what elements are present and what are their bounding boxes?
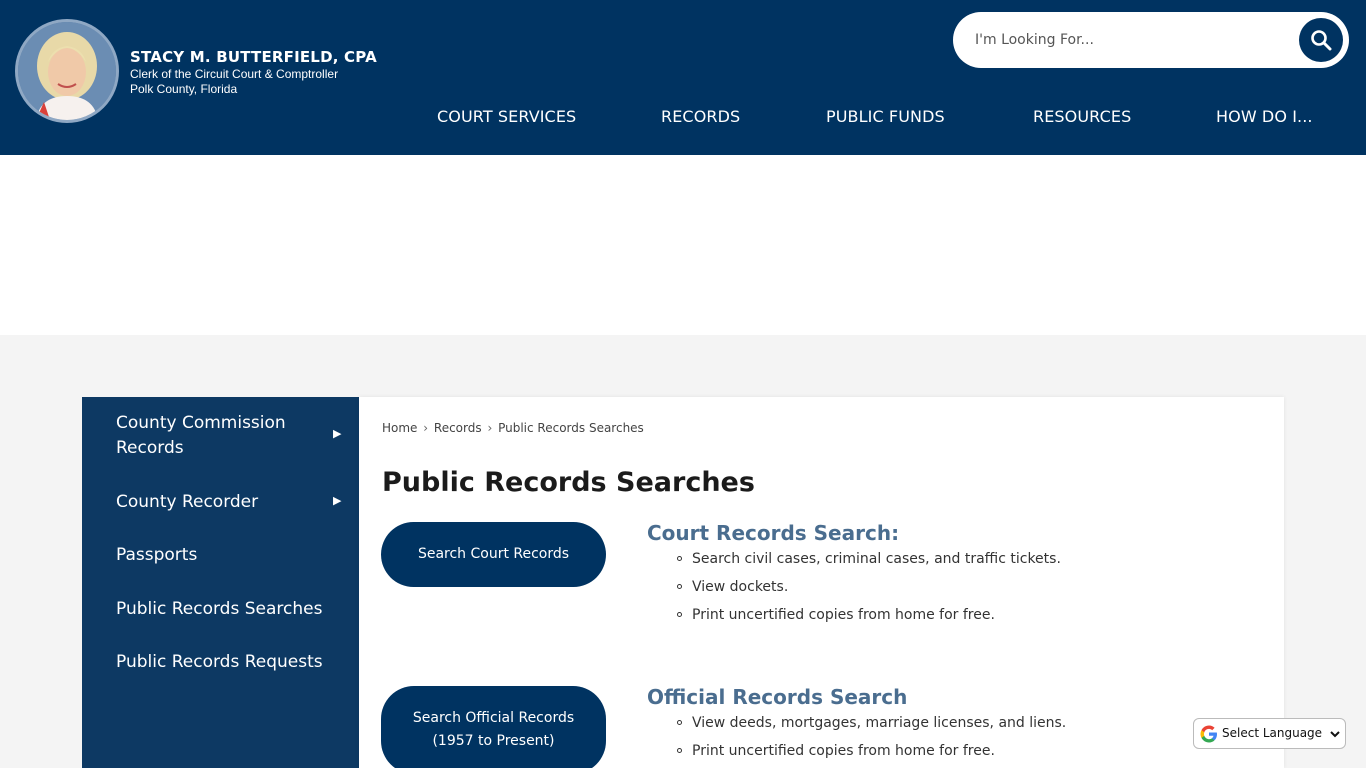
clerk-county: Polk County, Florida	[130, 82, 238, 96]
button-label: Search Official Records	[412, 710, 575, 726]
sidebar-item-public-records-searches[interactable]: Public Records Searches	[116, 597, 346, 622]
breadcrumb: Home › Records › Public Records Searches	[382, 421, 644, 435]
sidebar-item-county-commission-records[interactable]: County Commission Records	[116, 411, 316, 461]
breadcrumb-records[interactable]: Records	[434, 421, 482, 435]
court-records-heading: Court Records Search:	[647, 521, 900, 545]
clerk-name[interactable]: STACY M. BUTTERFIELD, CPA	[130, 48, 377, 66]
sidebar-nav: County Commission Records ▶ County Recor…	[82, 397, 359, 768]
breadcrumb-home[interactable]: Home	[382, 421, 417, 435]
page-title: Public Records Searches	[382, 467, 755, 498]
banner-area	[0, 155, 1366, 335]
sidebar-item-county-recorder[interactable]: County Recorder	[116, 490, 316, 515]
google-g-icon	[1200, 725, 1217, 743]
list-item: View deeds, mortgages, marriage licenses…	[677, 712, 1066, 740]
triangle-right-icon[interactable]: ▶	[333, 494, 341, 507]
triangle-right-icon[interactable]: ▶	[333, 427, 341, 440]
court-records-list: Search civil cases, criminal cases, and …	[677, 548, 1061, 632]
search-court-records-button[interactable]: Search Court Records	[381, 522, 606, 587]
search-icon	[1311, 30, 1332, 51]
site-header: STACY M. BUTTERFIELD, CPA Clerk of the C…	[0, 0, 1366, 155]
list-item: Search civil cases, criminal cases, and …	[677, 548, 1061, 576]
sidebar-item-passports[interactable]: Passports	[116, 543, 316, 568]
clerk-avatar[interactable]	[15, 19, 119, 123]
list-item: View dockets.	[677, 576, 1061, 604]
breadcrumb-separator: ›	[487, 421, 493, 435]
search-button[interactable]	[1299, 18, 1343, 62]
breadcrumb-current: Public Records Searches	[498, 421, 644, 435]
nav-records[interactable]: RECORDS	[661, 107, 740, 126]
button-sublabel: (1957 to Present)	[432, 733, 555, 749]
official-records-list: View deeds, mortgages, marriage licenses…	[677, 712, 1066, 768]
main-content: Home › Records › Public Records Searches…	[359, 397, 1284, 768]
nav-how-do-i[interactable]: HOW DO I...	[1216, 107, 1313, 126]
button-label: Search Court Records	[417, 546, 570, 562]
list-item: Print uncertified copies from home for f…	[677, 740, 1066, 768]
nav-public-funds[interactable]: PUBLIC FUNDS	[826, 107, 945, 126]
nav-resources[interactable]: RESOURCES	[1033, 107, 1131, 126]
list-item: Print uncertified copies from home for f…	[677, 604, 1061, 632]
clerk-title: Clerk of the Circuit Court & Comptroller	[130, 67, 339, 81]
language-select-label: Select Language	[1222, 726, 1323, 740]
official-records-heading: Official Records Search	[647, 685, 908, 709]
nav-court-services[interactable]: COURT SERVICES	[437, 107, 576, 126]
search-box	[953, 12, 1349, 68]
search-official-records-button[interactable]: Search Official Records (1957 to Present…	[381, 686, 606, 768]
chevron-down-icon	[1330, 731, 1340, 738]
breadcrumb-separator: ›	[423, 421, 429, 435]
language-select[interactable]: Select Language	[1193, 718, 1346, 749]
sidebar-item-public-records-requests[interactable]: Public Records Requests	[116, 650, 346, 675]
search-input[interactable]	[975, 28, 1275, 52]
